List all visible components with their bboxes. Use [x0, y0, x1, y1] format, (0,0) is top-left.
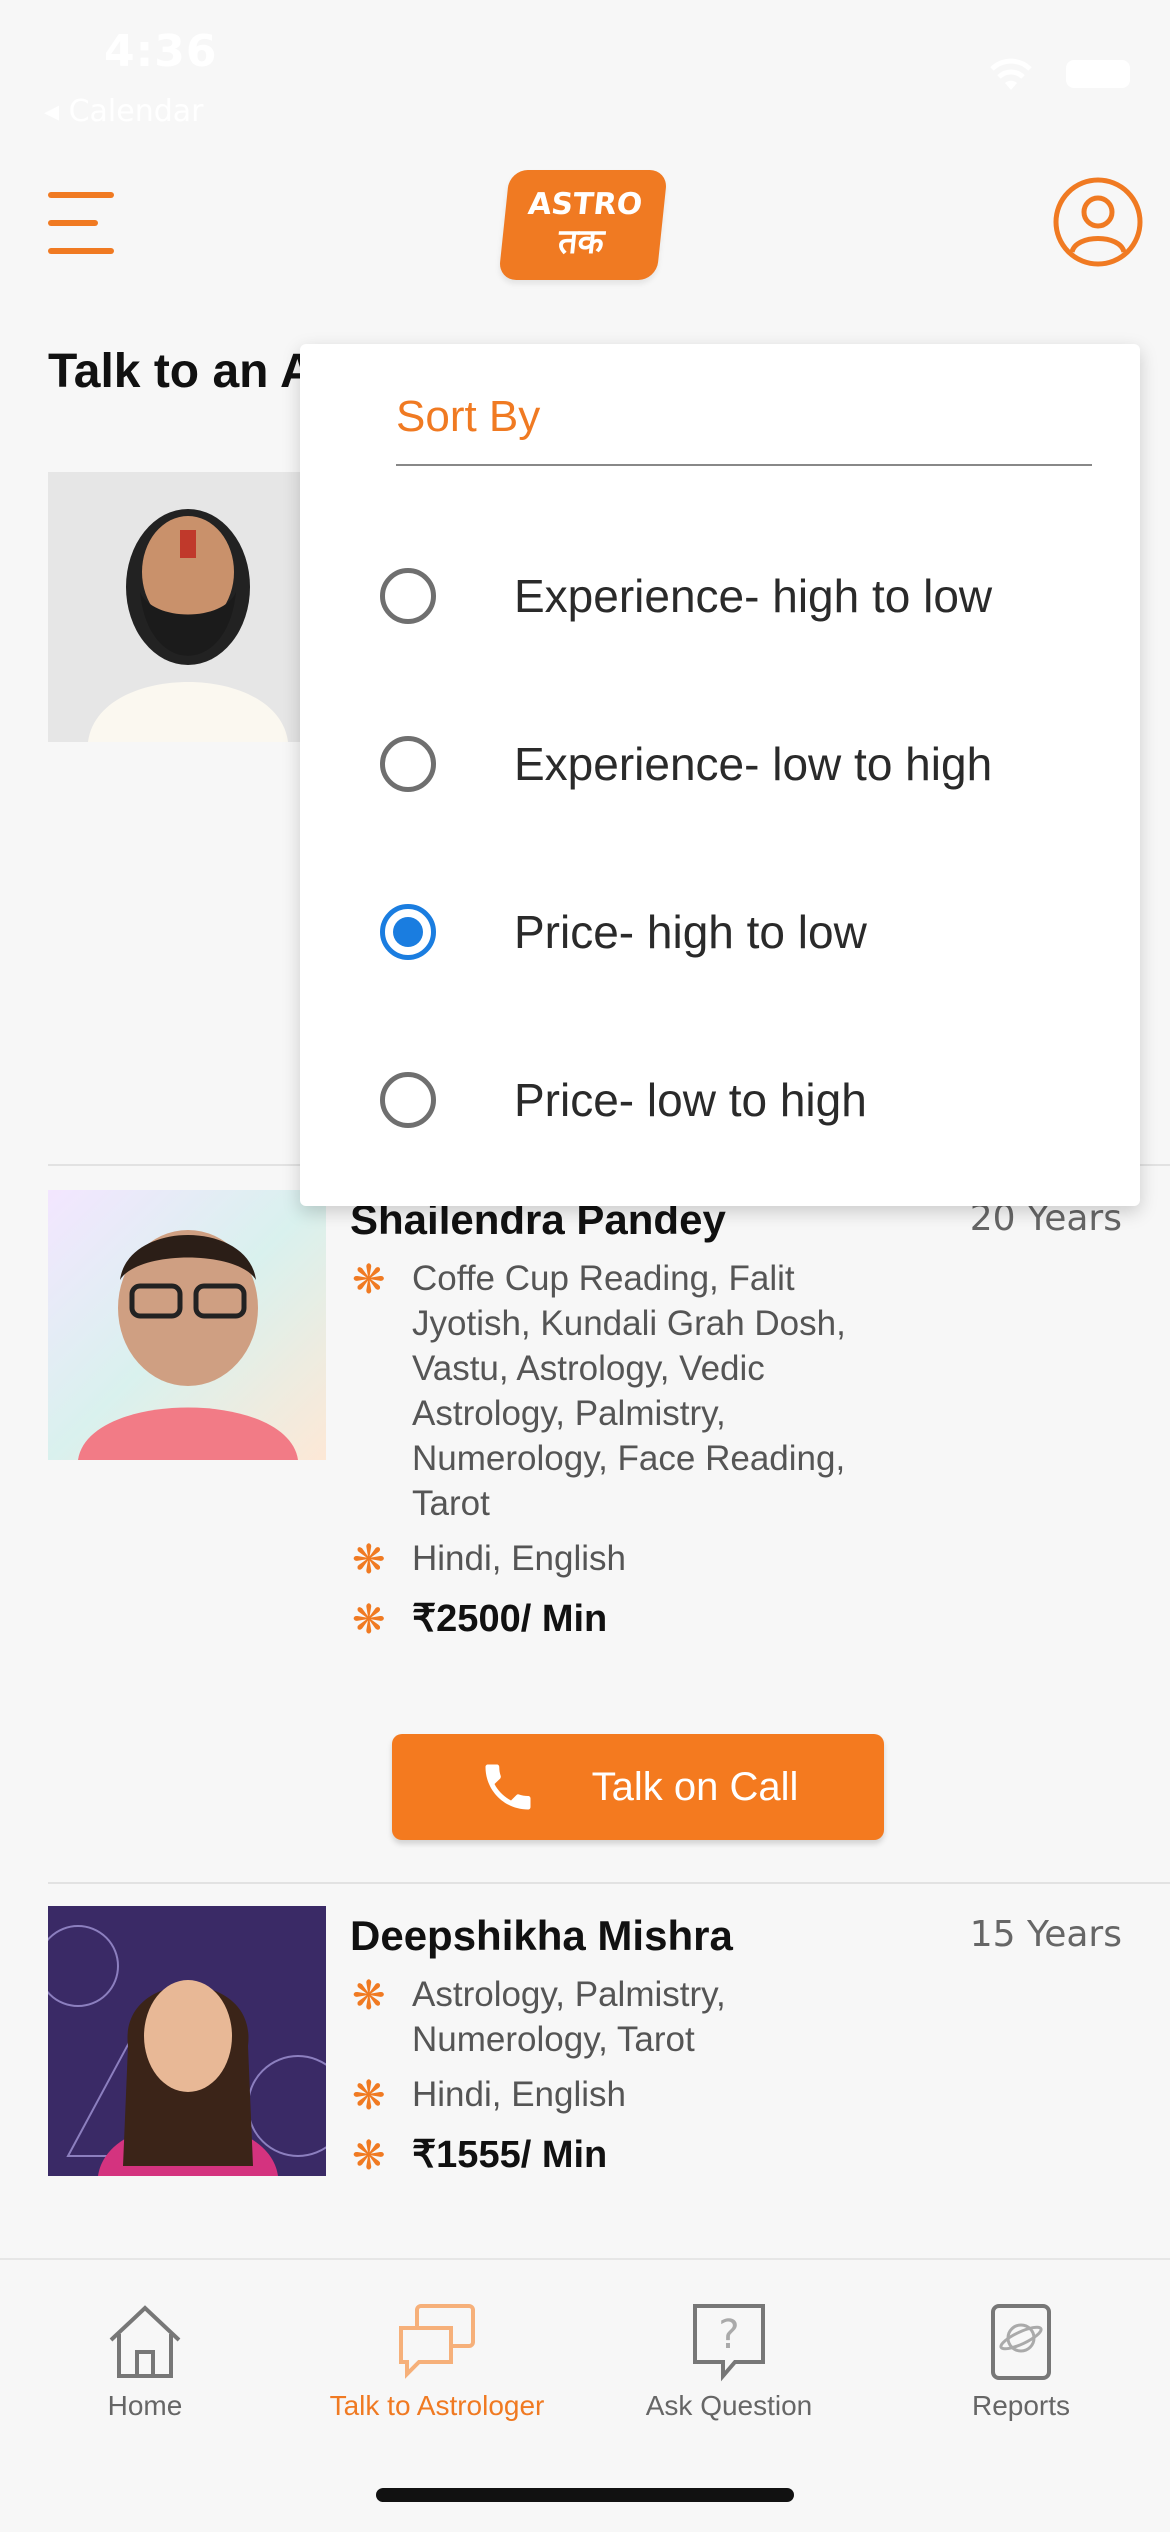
snowflake-icon: ❋: [352, 2073, 386, 2119]
menu-icon[interactable]: [48, 192, 120, 256]
battery-icon: [1066, 60, 1130, 88]
sort-title-underline: [396, 464, 1092, 466]
talk-on-call-label: Talk on Call: [591, 1764, 799, 1809]
astrologer-languages: Hindi, English: [412, 1539, 626, 1578]
nav-label: Home: [107, 2390, 183, 2421]
astrologer-name[interactable]: Deepshikha Mishra: [350, 1912, 733, 1960]
languages-row: ❋ Hindi, English: [352, 2072, 626, 2117]
radio-button[interactable]: [380, 1072, 436, 1128]
chat-icon: [399, 2304, 475, 2379]
radio-button-selected[interactable]: [380, 904, 436, 960]
logo-text-top: ASTRO: [526, 187, 644, 222]
nav-label: Talk to Astrologer: [329, 2390, 545, 2421]
astrologer-photo[interactable]: [48, 1190, 326, 1460]
sort-option-label: Experience- low to high: [514, 738, 993, 790]
astrologer-languages: Hindi, English: [412, 2075, 626, 2114]
sort-by-popup: Sort By Experience- high to low Experien…: [300, 344, 1140, 1206]
sort-option-experience-high-low[interactable]: Experience- high to low: [380, 556, 992, 636]
wifi-icon: [990, 58, 1032, 90]
astrologer-skills: Coffe Cup Reading, Falit Jyotish, Kundal…: [412, 1259, 846, 1523]
skills-row: ❋ Coffe Cup Reading, Falit Jyotish, Kund…: [352, 1256, 912, 1526]
logo-text-bottom: तक: [556, 222, 607, 262]
home-icon: [109, 2305, 181, 2378]
sort-option-price-high-low[interactable]: Price- high to low: [380, 892, 867, 972]
skills-row: ❋ Astrology, Palmistry, Numerology, Taro…: [352, 1972, 872, 2062]
sort-option-price-low-high[interactable]: Price- low to high: [380, 1060, 867, 1140]
languages-row: ❋ Hindi, English: [352, 1536, 626, 1581]
question-icon: ?: [693, 2304, 765, 2382]
astrologer-photo[interactable]: [48, 1906, 326, 2176]
astrologer-photo[interactable]: [48, 472, 326, 742]
sort-option-label: Price- high to low: [514, 906, 867, 958]
card-divider: [48, 1882, 1170, 1884]
price-row: ❋ ₹2500/ Min: [352, 1596, 607, 1642]
book-icon: [991, 2304, 1051, 2380]
nav-label: Ask Question: [645, 2390, 813, 2421]
price-row: ❋ ₹1555/ Min: [352, 2132, 607, 2178]
snowflake-icon: ❋: [352, 1597, 386, 1643]
home-indicator[interactable]: [376, 2488, 794, 2502]
radio-button[interactable]: [380, 568, 436, 624]
nav-ask-question[interactable]: ? Ask Question: [584, 2300, 874, 2422]
back-to-calendar[interactable]: ◂ Calendar: [44, 94, 204, 129]
page-title: Talk to an A: [48, 345, 315, 398]
status-indicators: [986, 56, 1130, 92]
sort-option-label: Experience- high to low: [514, 570, 993, 622]
snowflake-icon: ❋: [352, 1257, 386, 1303]
astro-tak-logo: ASTRO तक: [498, 170, 668, 280]
radio-button[interactable]: [380, 736, 436, 792]
nav-reports[interactable]: Reports: [876, 2300, 1166, 2422]
sort-option-experience-low-high[interactable]: Experience- low to high: [380, 724, 992, 804]
status-time: 4:36: [104, 26, 218, 77]
snowflake-icon: ❋: [352, 2133, 386, 2179]
sort-option-label: Price- low to high: [514, 1074, 867, 1126]
snowflake-icon: ❋: [352, 1537, 386, 1583]
talk-on-call-button[interactable]: Talk on Call: [392, 1734, 884, 1840]
nav-label: Reports: [971, 2390, 1071, 2421]
astrologer-experience: 15 Years: [969, 1914, 1122, 1955]
profile-icon[interactable]: [1052, 176, 1144, 268]
phone-icon: [485, 1764, 531, 1810]
astrologer-skills: Astrology, Palmistry, Numerology, Tarot: [412, 1975, 726, 2059]
astrologer-price: ₹1555/ Min: [412, 2134, 608, 2176]
snowflake-icon: ❋: [352, 1973, 386, 2019]
svg-text:?: ?: [718, 2312, 739, 2358]
nav-talk-to-astrologer[interactable]: Talk to Astrologer: [292, 2300, 582, 2422]
nav-home[interactable]: Home: [0, 2300, 290, 2422]
sort-title: Sort By: [396, 392, 541, 441]
astrologer-price: ₹2500/ Min: [412, 1598, 608, 1640]
